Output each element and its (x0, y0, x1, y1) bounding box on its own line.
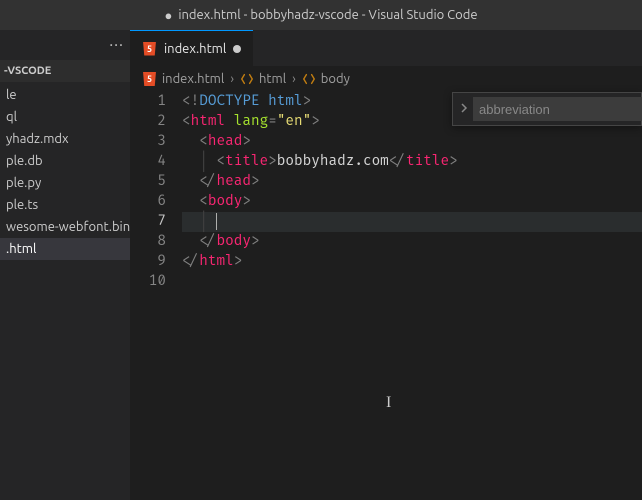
code-line[interactable]: </body> (182, 232, 642, 252)
breadcrumb-label: body (321, 72, 350, 86)
code-line[interactable]: </head> (182, 172, 642, 192)
line-number: 8 (130, 232, 166, 252)
line-number: 9 (130, 252, 166, 272)
explorer-sidebar: ··· -VSCODE leqlyhadz.mdxple.dbple.pyple… (0, 30, 130, 500)
breadcrumb-item[interactable]: html (240, 72, 286, 86)
brackets-icon (302, 72, 316, 86)
code-line[interactable] (182, 272, 642, 292)
window-titlebar: ● index.html - bobbyhadz-vscode - Visual… (0, 0, 642, 30)
explorer-folder-title[interactable]: -VSCODE (0, 60, 130, 82)
line-number: 3 (130, 132, 166, 152)
file-item[interactable]: ple.ts (0, 194, 130, 216)
breadcrumb-label: html (259, 72, 286, 86)
code-line[interactable]: │ <title>bobbyhadz.com</title> (182, 152, 642, 172)
tabs-bar: 5 index.html (130, 30, 642, 66)
line-number: 2 (130, 112, 166, 132)
file-item[interactable]: ple.db (0, 150, 130, 172)
code-line[interactable]: <head> (182, 132, 642, 152)
brackets-icon (240, 72, 254, 86)
find-widget[interactable]: Aa (452, 92, 642, 126)
file-item[interactable]: yhadz.mdx (0, 128, 130, 150)
breadcrumb-item[interactable]: 5 index.html (142, 72, 224, 86)
line-number: 5 (130, 172, 166, 192)
file-item[interactable]: le (0, 84, 130, 106)
breadcrumb-item[interactable]: body (302, 72, 350, 86)
code-editor[interactable]: 12345678910 <!DOCTYPE html><html lang="e… (130, 92, 642, 500)
chevron-right-icon: › (230, 72, 234, 86)
find-input[interactable] (473, 97, 642, 121)
html-file-icon: 5 (142, 72, 157, 86)
html-file-icon: 5 (142, 42, 157, 56)
code-line[interactable]: <body> (182, 192, 642, 212)
code-content[interactable]: <!DOCTYPE html><html lang="en"> <head> │… (182, 92, 642, 500)
file-item[interactable]: .html (0, 238, 130, 260)
sidebar-header: ··· (0, 30, 130, 60)
code-line[interactable]: </html> (182, 252, 642, 272)
tab-index-html[interactable]: 5 index.html (130, 30, 253, 66)
tab-label: index.html (164, 42, 226, 56)
line-number: 4 (130, 152, 166, 172)
text-cursor (216, 213, 217, 230)
breadcrumbs[interactable]: 5 index.html › html › body (130, 66, 642, 92)
file-item[interactable]: ple.py (0, 172, 130, 194)
file-item[interactable]: wesome-webfont.bin (0, 216, 130, 238)
file-list: leqlyhadz.mdxple.dbple.pyple.tswesome-we… (0, 82, 130, 260)
chevron-right-icon: › (292, 72, 296, 86)
code-line[interactable]: │ (182, 212, 642, 232)
line-number: 6 (130, 192, 166, 212)
chevron-right-icon[interactable] (459, 103, 469, 116)
line-number-gutter: 12345678910 (130, 92, 182, 500)
tab-dirty-icon (233, 45, 241, 53)
line-number: 1 (130, 92, 166, 112)
line-number: 7 (130, 212, 166, 232)
file-item[interactable]: ql (0, 106, 130, 128)
line-number: 10 (130, 272, 166, 292)
dirty-indicator: ● (164, 8, 172, 23)
window-title: index.html - bobbyhadz-vscode - Visual S… (178, 8, 477, 22)
more-actions-icon[interactable]: ··· (109, 36, 124, 54)
editor-area: 5 index.html 5index.html›html›body 12345… (130, 30, 642, 500)
breadcrumb-label: index.html (162, 72, 224, 86)
